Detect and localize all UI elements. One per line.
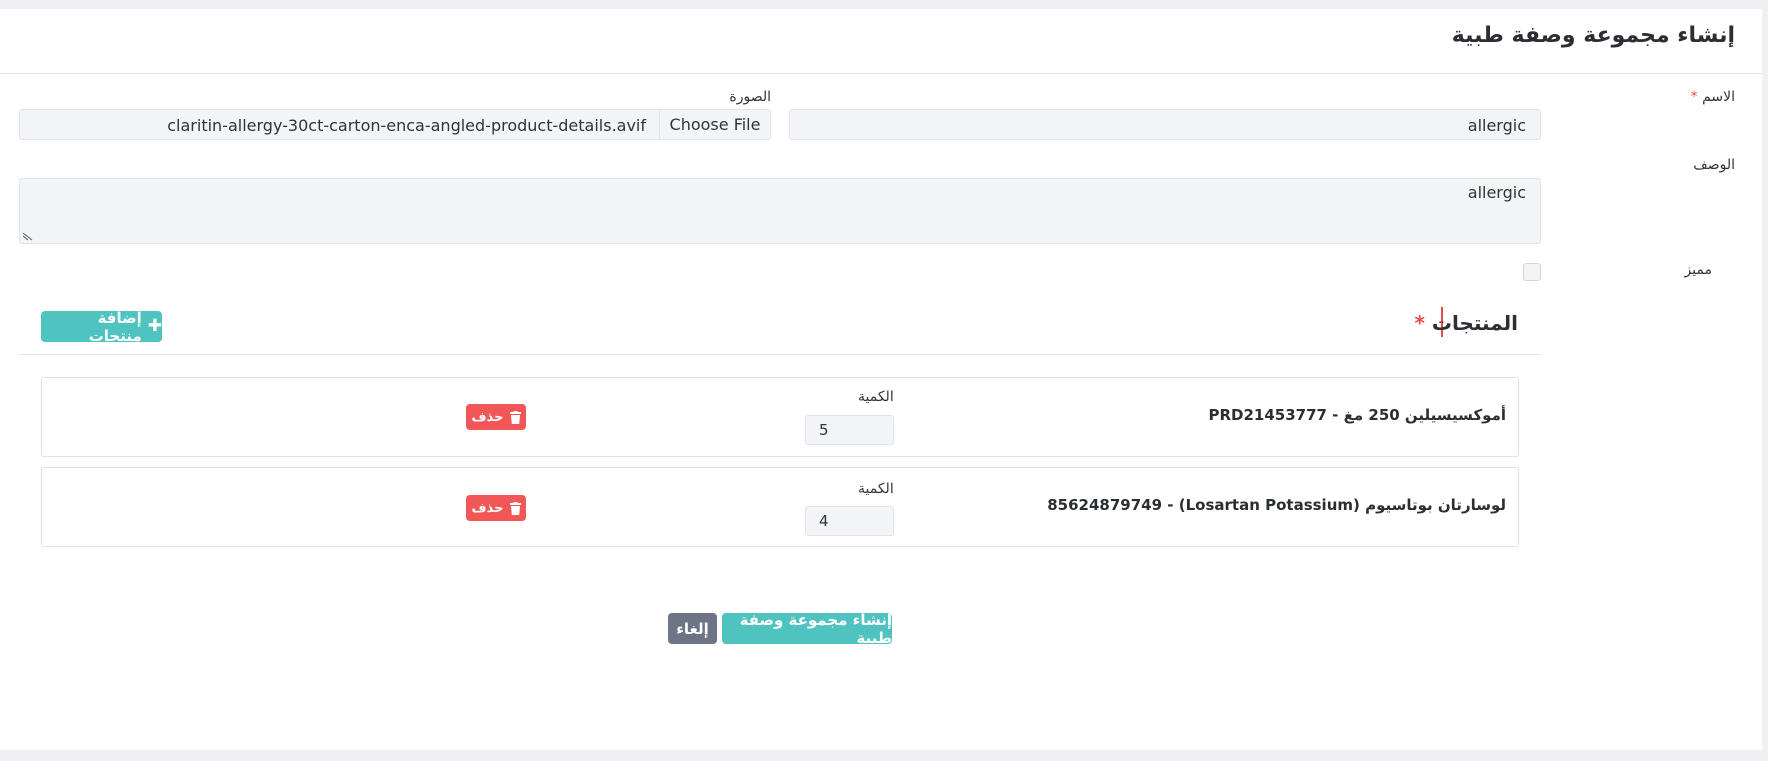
trash-icon <box>509 501 521 515</box>
quantity-input[interactable]: 4 <box>805 506 894 536</box>
quantity-label: الكمية <box>858 389 894 405</box>
card-header: إنشاء مجموعة وصفة طبية <box>0 9 1762 74</box>
name-label-text: الاسم <box>1702 89 1735 105</box>
page-title: إنشاء مجموعة وصفة طبية <box>1451 23 1735 48</box>
resize-grip-icon[interactable] <box>23 233 33 241</box>
trash-icon <box>509 410 521 424</box>
selected-file-name: claritin-allergy-30ct-carton-enca-angled… <box>167 116 646 135</box>
quantity-value: 4 <box>819 512 829 530</box>
product-row: أموكسيسيلين 250 مغ - PRD21453777 الكمية … <box>41 377 1519 457</box>
create-prescription-group-button[interactable]: إنشاء مجموعة وصفة طبية <box>722 611 892 647</box>
image-file-input[interactable]: Choose File claritin-allergy-30ct-carton… <box>19 109 771 140</box>
product-name: أموكسيسيلين 250 مغ - PRD21453777 <box>1208 406 1506 424</box>
choose-file-button[interactable]: Choose File <box>659 110 770 139</box>
name-input-value: allergic <box>1467 116 1526 135</box>
form-card: إنشاء مجموعة وصفة طبية الاسم * allergic … <box>0 9 1762 750</box>
section-divider <box>19 354 1541 355</box>
featured-label: مميز <box>1684 262 1712 278</box>
quantity-input[interactable]: 5 <box>805 415 894 445</box>
products-section-title: المنتجات * <box>1414 311 1518 335</box>
name-input[interactable]: allergic <box>789 109 1541 140</box>
products-title-text: المنتجات <box>1431 311 1518 335</box>
description-textarea[interactable]: allergic <box>19 178 1541 244</box>
quantity-value: 5 <box>819 421 829 439</box>
featured-checkbox[interactable] <box>1523 263 1541 281</box>
image-label: الصورة <box>729 89 771 105</box>
product-row: لوسارتان بوتاسيوم (Losartan Potassium) -… <box>41 467 1519 547</box>
delete-label: حذف <box>471 409 504 425</box>
name-required-mark: * <box>1690 89 1698 105</box>
description-value: allergic <box>1467 183 1526 202</box>
plus-icon: ✚ <box>147 316 162 336</box>
description-label: الوصف <box>1693 157 1735 173</box>
name-label: الاسم * <box>1691 89 1735 105</box>
quantity-label: الكمية <box>858 481 894 497</box>
cancel-button[interactable]: إلغاء <box>668 613 717 644</box>
delete-product-button[interactable]: حذف <box>466 495 526 521</box>
delete-label: حذف <box>471 500 504 516</box>
add-products-label: إضافة منتجات <box>88 308 142 345</box>
products-required-mark: * <box>1414 311 1425 335</box>
delete-product-button[interactable]: حذف <box>466 404 526 430</box>
add-products-button[interactable]: ✚ إضافة منتجات <box>41 308 162 345</box>
product-name: لوسارتان بوتاسيوم (Losartan Potassium) -… <box>1047 496 1506 514</box>
